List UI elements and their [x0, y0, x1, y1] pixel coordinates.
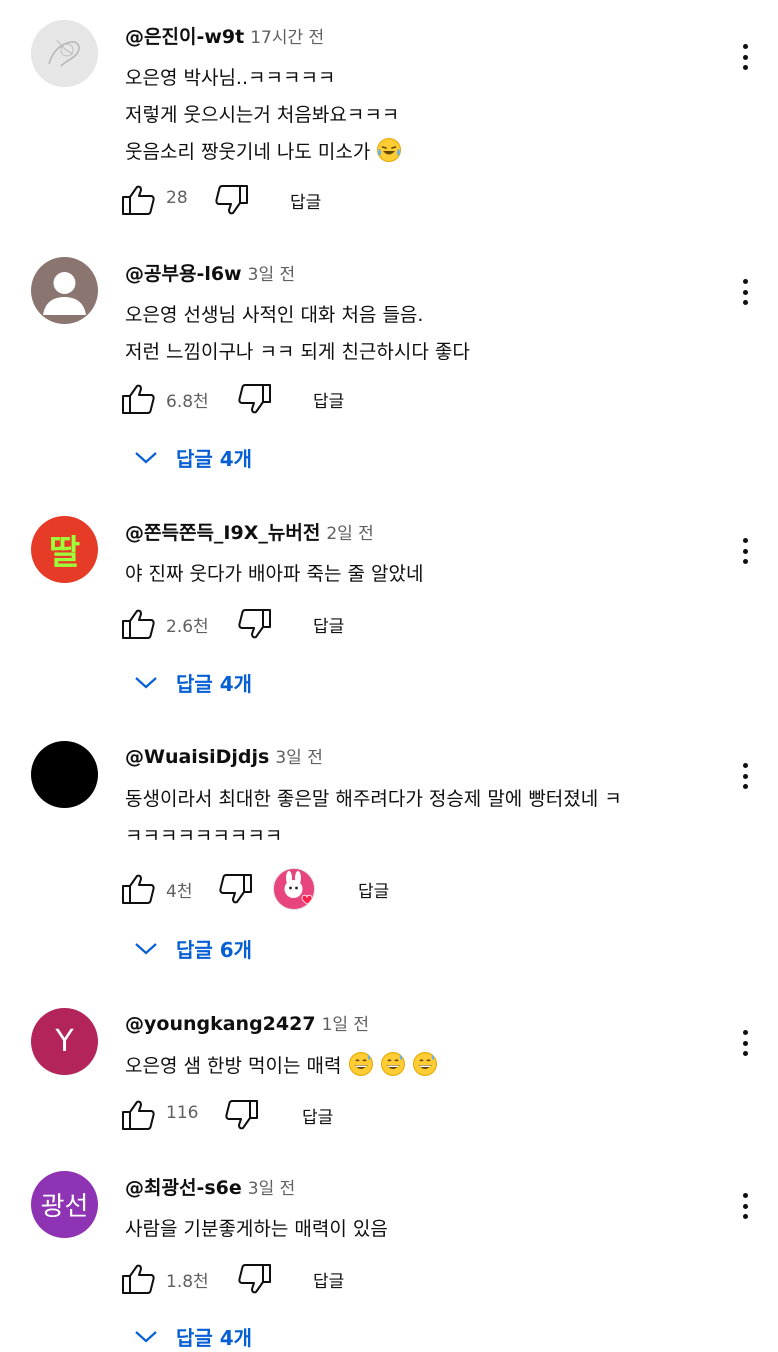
more-vert-icon[interactable]: [735, 1026, 755, 1060]
creator-heart-badge: [273, 868, 315, 910]
more-vert-icon[interactable]: [735, 759, 755, 793]
comment-line: 사람을 기분좋게하는 매력이 있음: [125, 1218, 388, 1240]
replies-label: 답글 4개: [176, 447, 253, 471]
comment-header: @은진이-w9t 17시간 전: [125, 22, 324, 48]
avatar[interactable]: 광선: [31, 1171, 98, 1238]
thumbs-down-icon[interactable]: [214, 184, 250, 216]
reply-button[interactable]: 답글: [358, 877, 389, 902]
grinning-sweat-emoji: [412, 1052, 437, 1076]
comment-actions: 4천 답글: [120, 868, 720, 910]
thumbs-up-icon[interactable]: [120, 184, 156, 216]
grinning-sweat-emoji: [380, 1052, 405, 1076]
thumbs-up-icon[interactable]: [120, 1263, 156, 1295]
thumbs-down-icon[interactable]: [218, 873, 254, 905]
comment-header: @최광선-s6e 3일 전: [125, 1173, 295, 1199]
comment-author[interactable]: @쫀득쫀득_I9X_뉴버전: [125, 522, 320, 544]
replies-label: 답글 4개: [176, 672, 253, 696]
chevron-down-icon: [135, 1331, 157, 1343]
chevron-down-icon: [135, 452, 157, 464]
more-vert-icon[interactable]: [735, 534, 755, 568]
comment-time[interactable]: 17시간 전: [250, 28, 324, 48]
like-count: 116: [166, 1103, 199, 1123]
avatar[interactable]: [31, 20, 98, 87]
chevron-down-icon: [135, 677, 157, 689]
chevron-down-icon: [135, 943, 157, 955]
comment-actions: 2.6천 답글: [120, 604, 720, 644]
comment-text: 오은영 선생님 사적인 대화 처음 들음. 저런 느낌이구나 ㅋㅋ 되게 친근하…: [125, 297, 715, 371]
comment-header: @쫀득쫀득_I9X_뉴버전 2일 전: [125, 518, 374, 544]
comment-text: 사람을 기분좋게하는 매력이 있음: [125, 1211, 715, 1248]
comment-line: 야 진짜 웃다가 배아파 죽는 줄 알았네: [125, 563, 424, 585]
more-vert-icon[interactable]: [735, 40, 755, 74]
avatar[interactable]: Y: [31, 1008, 98, 1075]
avatar[interactable]: [31, 741, 98, 808]
comment-time[interactable]: 3일 전: [248, 265, 296, 285]
avatar[interactable]: 딸: [31, 516, 98, 583]
comment-time[interactable]: 3일 전: [248, 1179, 296, 1199]
comment-text: 오은영 샘 한방 먹이는 매력: [125, 1048, 715, 1085]
more-vert-icon[interactable]: [735, 275, 755, 309]
comment-author[interactable]: @WuaisiDjdjs: [125, 746, 269, 768]
reply-button[interactable]: 답글: [290, 188, 321, 213]
comment-line-text: 웃음소리 짱웃기네 나도 미소가: [125, 141, 371, 163]
comment-text: 야 진짜 웃다가 배아파 죽는 줄 알았네: [125, 556, 715, 593]
comment-author[interactable]: @youngkang2427: [125, 1013, 316, 1035]
avatar-text: 딸: [48, 533, 81, 573]
comment-line: 오은영 샘 한방 먹이는 매력: [125, 1048, 715, 1085]
comment-line: 웃음소리 짱웃기네 나도 미소가: [125, 134, 715, 171]
like-count: 4천: [166, 882, 193, 902]
comment-text: 오은영 박사님..ㅋㅋㅋㅋㅋ 저렇게 웃으시는거 처음봐요ㅋㅋㅋ 웃음소리 짱웃…: [125, 60, 715, 171]
like-count: 28: [166, 188, 188, 208]
comment-line: 동생이라서 최대한 좋은말 해주려다가 정승제 말에 빵터졌네 ㅋ: [125, 788, 622, 810]
comment-author[interactable]: @최광선-s6e: [125, 1177, 242, 1199]
like-count: 2.6천: [166, 617, 209, 637]
comment-actions: 116 답글: [120, 1095, 720, 1135]
thumbs-up-icon[interactable]: [120, 608, 156, 640]
avatar-text: Y: [55, 1024, 74, 1059]
comment-header: @WuaisiDjdjs 3일 전: [125, 743, 323, 769]
comment-actions: 28 답글: [120, 180, 720, 220]
thumbs-up-icon[interactable]: [120, 1099, 156, 1131]
comment-line: 저런 느낌이구나 ㅋㅋ 되게 친근하시다 좋다: [125, 341, 470, 363]
reply-button[interactable]: 답글: [313, 1267, 344, 1292]
reply-button[interactable]: 답글: [313, 387, 344, 412]
comment-line: 오은영 선생님 사적인 대화 처음 들음.: [125, 304, 424, 326]
thumbs-down-icon[interactable]: [224, 1099, 260, 1131]
comment-time[interactable]: 3일 전: [275, 748, 323, 768]
reply-button[interactable]: 답글: [302, 1103, 333, 1128]
comment-author[interactable]: @공부용-l6w: [125, 263, 242, 285]
avatar-text: 광선: [40, 1192, 89, 1222]
thumbs-down-icon[interactable]: [237, 383, 273, 415]
laughing-tears-emoji: [377, 138, 402, 162]
like-count: 1.8천: [166, 1272, 209, 1292]
thumbs-up-icon[interactable]: [120, 873, 156, 905]
reply-button[interactable]: 답글: [313, 612, 344, 637]
replies-label: 답글 4개: [176, 1326, 253, 1350]
comment-line: 저렇게 웃으시는거 처음봐요ㅋㅋㅋ: [125, 104, 400, 126]
comment-actions: 1.8천 답글: [120, 1259, 720, 1299]
thumbs-down-icon[interactable]: [237, 608, 273, 640]
comment-author[interactable]: @은진이-w9t: [125, 26, 244, 48]
replies-label: 답글 6개: [176, 938, 253, 962]
comment-actions: 6.8천 답글: [120, 379, 720, 419]
comment-text: 동생이라서 최대한 좋은말 해주려다가 정승제 말에 빵터졌네 ㅋ ㅋㅋㅋㅋㅋㅋ…: [125, 781, 715, 855]
comment-line: 오은영 박사님..ㅋㅋㅋㅋㅋ: [125, 67, 336, 89]
avatar[interactable]: [31, 257, 98, 324]
comment-line: ㅋㅋㅋㅋㅋㅋㅋㅋㅋ: [125, 825, 283, 847]
comment-header: @youngkang2427 1일 전: [125, 1010, 369, 1036]
grinning-sweat-emoji: [348, 1052, 373, 1076]
comment-time[interactable]: 2일 전: [326, 524, 374, 544]
like-count: 6.8천: [166, 392, 209, 412]
comment-time[interactable]: 1일 전: [322, 1015, 370, 1035]
comment-line-text: 오은영 샘 한방 먹이는 매력: [125, 1055, 342, 1077]
more-vert-icon[interactable]: [735, 1189, 755, 1223]
thumbs-down-icon[interactable]: [237, 1263, 273, 1295]
comment-header: @공부용-l6w 3일 전: [125, 259, 295, 285]
thumbs-up-icon[interactable]: [120, 383, 156, 415]
